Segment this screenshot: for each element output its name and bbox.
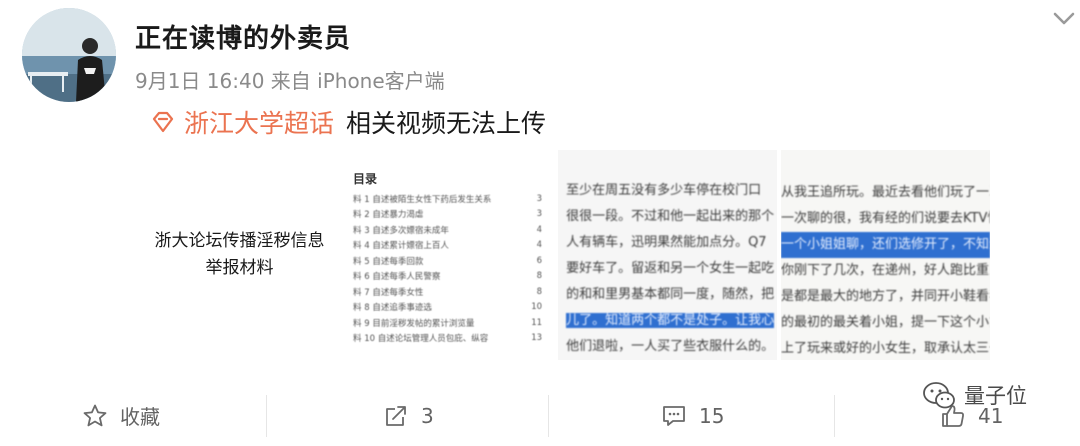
- chat2-line: 一次聊的很，我有经的们说要去KTV快刻: [781, 211, 990, 226]
- toc-row-label: 料 9 目前淫秽发帖的累计浏览量: [353, 318, 475, 329]
- toc-row: 料 6 自述每季人民警察 8: [353, 269, 542, 285]
- toc-row-page: 3: [536, 209, 543, 220]
- wechat-logo-icon: [923, 382, 955, 409]
- toc-row-page: 6: [536, 255, 543, 266]
- toc-row-label: 料 7 自述每季女性: [353, 287, 424, 298]
- chat1-line: 至少在周五没有多少车停在校门口: [566, 183, 762, 198]
- toc-row-label: 料 1 自述被陌生女性下药后发生关系: [353, 194, 492, 205]
- toc-row-page: 10: [531, 302, 543, 313]
- toc-row-label: 料 2 自述暴力渴虐: [353, 210, 424, 221]
- chat1-line: 他们退啦，一人买了些衣服什么的。: [566, 339, 775, 354]
- watermark-text: 量子位: [964, 384, 1027, 408]
- toc-row-label: 料 6 自述每季人民警察: [353, 272, 441, 283]
- toc-row-label: 料 5 自述每季回款: [353, 256, 424, 267]
- post-text: 浙江大学超话 相关视频无法上传: [150, 104, 546, 140]
- favorite-label: 收藏: [120, 405, 160, 429]
- divider: [548, 395, 549, 437]
- repost-count: 3: [421, 403, 434, 428]
- chat1-line-highlighted: 儿了。知道两个都不是处子。让我心: [566, 313, 775, 328]
- toc-row-label: 料 4 自述累计嫖宿上百人: [353, 241, 449, 252]
- chat1-line: 要好车了。留返和另一个女生一起吃: [566, 261, 775, 276]
- repost-icon: [386, 405, 406, 426]
- toc-row-page: 13: [531, 333, 543, 344]
- toc-row-label: 料 10 自述论坛管理人员包庇、纵容: [353, 334, 489, 345]
- comment-button[interactable]: 15: [661, 385, 724, 446]
- toc-row-page: 4: [536, 240, 543, 251]
- super-topic-icon: [152, 111, 174, 133]
- image-chat-2[interactable]: 从我王追所玩。最近去看他们玩了一次 一次聊的很，我有经的们说要去KTV快刻 一个…: [781, 150, 990, 360]
- toc-row: 料 8 自述追季事迹选 10: [353, 300, 542, 316]
- toc-row: 料 3 自述多次嫖宿未成年 4: [353, 222, 542, 238]
- post-meta: 9月1日 16:40 来自 iPhone客户端: [135, 69, 445, 93]
- divider: [266, 395, 267, 437]
- chat2-line: 的最初的最关着小姐，提一下这个小姐: [781, 315, 990, 330]
- chevron-down-icon[interactable]: [1050, 8, 1078, 30]
- chat1-line: 的和和里男基本都同一度，随然，把: [566, 287, 775, 302]
- post-body-text: 相关视频无法上传: [346, 109, 547, 138]
- toc-row: 料 2 自述暴力渴虐 3: [353, 207, 542, 223]
- username[interactable]: 正在读博的外卖员: [135, 18, 351, 55]
- image-strip: 浙大论坛传播淫秽信息 举报材料 目录 料 1 自述被陌生女性下药后发生关系 3 料 …: [140, 150, 990, 360]
- star-icon: [83, 404, 107, 426]
- toc-row: 料 7 自述每季女性 8: [353, 284, 542, 300]
- toc-row: 料 5 自述每季回款 6: [353, 253, 542, 269]
- action-bar: 收藏 3 15 41: [0, 385, 1080, 446]
- chat1-line: 人有辆车，迅明果然能加点分。Q7: [566, 235, 767, 250]
- image-cover[interactable]: 浙大论坛传播淫秽信息 举报材料: [140, 150, 340, 360]
- cover-title-line2: 举报材料: [205, 258, 274, 278]
- watermark: 量子位: [922, 380, 1027, 410]
- toc-row-label: 料 8 自述追季事迹选: [353, 303, 432, 314]
- chat2-line-highlighted: 一个小姐姐聊，还们选修开了，不知道: [781, 232, 990, 258]
- toc-row-page: 3: [536, 193, 543, 204]
- super-topic-link[interactable]: 浙江大学超话: [184, 104, 334, 140]
- favorite-button[interactable]: 收藏: [82, 385, 160, 446]
- chat2-line: 从我王追所玩。最近去看他们玩了一次: [781, 185, 990, 200]
- toc-row: 料 10 自述论坛管理人员包庇、纵容 13: [353, 331, 542, 347]
- avatar[interactable]: [22, 8, 116, 102]
- cover-title-line1: 浙大论坛传播淫秽信息: [154, 231, 325, 251]
- repost-button[interactable]: 3: [383, 385, 434, 446]
- comment-icon: [663, 405, 685, 426]
- toc-row-label: 料 3 自述多次嫖宿未成年: [353, 225, 449, 236]
- toc-row-page: 4: [536, 224, 543, 235]
- toc-row-page: 8: [536, 286, 543, 297]
- image-chat-1[interactable]: 至少在周五没有多少车停在校门口 很很一段。不过和他一起出来的那个 人有辆车，迅明…: [558, 150, 778, 360]
- chat2-line: 是都是最大的地方了，并同开小鞋看我: [781, 289, 990, 304]
- toc-row-page: 8: [536, 271, 543, 282]
- toc-list: 料 1 自述被陌生女性下药后发生关系 3 料 2 自述暴力渴虐 3 料 3 自述多次嫖宿…: [353, 191, 542, 346]
- toc-row: 料 1 自述被陌生女性下药后发生关系 3: [353, 191, 542, 207]
- chat1-line: 很很一段。不过和他一起出来的那个: [566, 209, 775, 224]
- toc-row: 料 9 目前淫秽发帖的累计浏览量 11: [353, 315, 542, 331]
- comment-count: 15: [699, 403, 725, 428]
- chat2-line: 上了玩来或好的小女生，取承认太三一: [781, 341, 990, 356]
- image-toc[interactable]: 目录 料 1 自述被陌生女性下药后发生关系 3 料 2 自述暴力渴虐 3 料 3 自述多…: [343, 150, 555, 360]
- toc-row-page: 11: [531, 317, 543, 328]
- toc-row: 料 4 自述累计嫖宿上百人 4: [353, 238, 542, 254]
- divider: [834, 395, 835, 437]
- toc-title: 目录: [353, 172, 378, 186]
- chat2-line: 你刚下了几次，在递州，好人跑比重人员: [781, 263, 990, 278]
